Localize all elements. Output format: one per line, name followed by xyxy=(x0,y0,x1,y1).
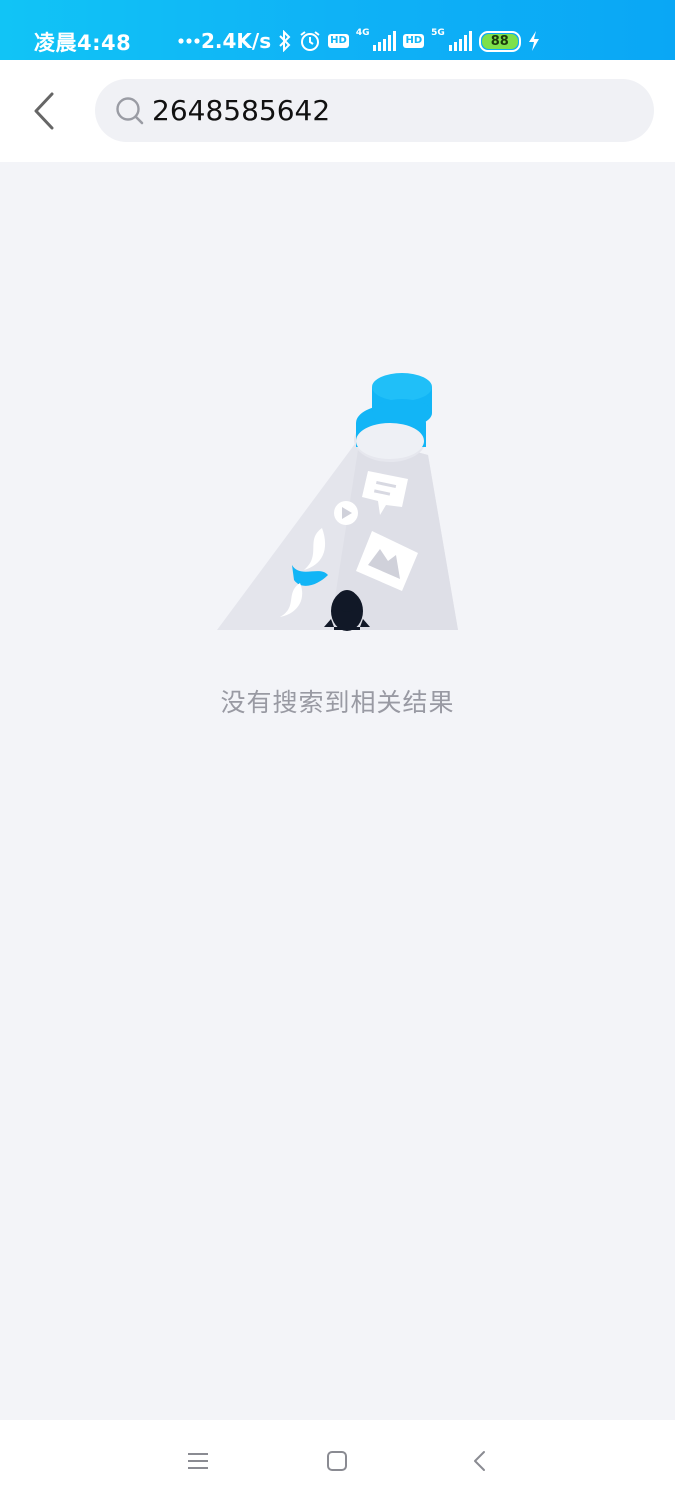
network-speed: 2.4K/s xyxy=(201,29,272,53)
home-icon xyxy=(327,1451,347,1471)
empty-result-message: 没有搜索到相关结果 xyxy=(220,688,455,717)
signal-1-tech: 4G xyxy=(355,28,370,38)
menu-button[interactable] xyxy=(176,1446,220,1476)
signal-icon xyxy=(373,31,397,51)
battery-level: 88 xyxy=(490,33,509,49)
menu-icon xyxy=(188,1453,208,1469)
search-header xyxy=(0,60,675,162)
search-box[interactable] xyxy=(95,79,654,142)
signal-2-tech: 5G xyxy=(431,28,445,38)
hd-icon: HD xyxy=(328,34,349,48)
alarm-icon xyxy=(300,31,320,51)
bluetooth-icon xyxy=(279,30,291,52)
search-icon xyxy=(116,97,144,125)
status-time: 凌晨4:48 xyxy=(34,31,132,55)
home-button[interactable] xyxy=(315,1446,359,1476)
signal-icon xyxy=(448,31,472,51)
status-bar: 凌晨4:48 2.4K/s HD 4G HD 5G 88 xyxy=(0,0,675,60)
system-nav-bar xyxy=(0,1420,675,1500)
back-button[interactable] xyxy=(22,86,66,136)
charging-icon xyxy=(528,31,539,51)
back-arrow-icon xyxy=(34,92,54,130)
battery-icon: 88 xyxy=(478,30,521,52)
back-icon xyxy=(474,1451,485,1471)
hd-icon: HD xyxy=(403,34,425,48)
status-icons: 2.4K/s HD 4G HD 5G 88 xyxy=(178,24,540,58)
dots-icon xyxy=(178,38,200,44)
flashlight-search-illustration xyxy=(217,373,458,631)
nav-back-button[interactable] xyxy=(457,1446,501,1476)
search-input[interactable] xyxy=(152,91,632,129)
